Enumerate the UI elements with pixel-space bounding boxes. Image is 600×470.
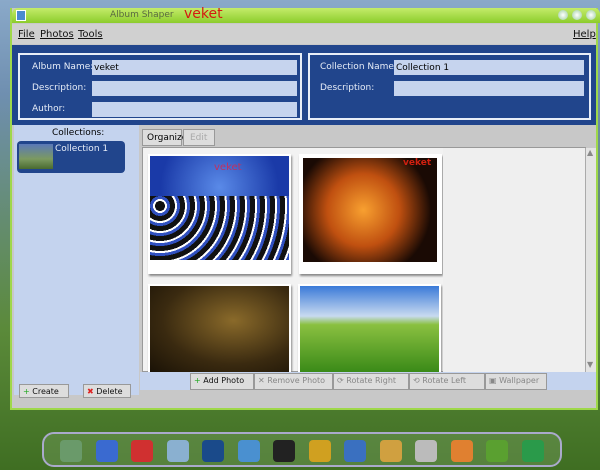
author-label: Author: bbox=[32, 104, 66, 114]
collections-sidebar: Collections: Collection 1 + Create ✖ Del… bbox=[14, 125, 139, 398]
photo-brass-objects[interactable] bbox=[148, 284, 291, 372]
collections-header: Collections: bbox=[52, 128, 105, 138]
add-photo-label: Add Photo bbox=[203, 376, 245, 385]
plus-icon: + bbox=[23, 387, 30, 396]
scroll-down-icon[interactable]: ▼ bbox=[587, 360, 593, 369]
collection-name-input[interactable] bbox=[394, 60, 584, 75]
penguins-crowd bbox=[150, 196, 289, 260]
delete-icon: ✖ bbox=[87, 387, 94, 396]
tab-edit-label: Edit bbox=[190, 133, 208, 143]
remove-photo-button[interactable]: ✕ Remove Photo bbox=[254, 373, 333, 390]
photo-hills-image bbox=[300, 286, 439, 372]
menu-help[interactable]: Help bbox=[573, 29, 596, 40]
collection-item[interactable]: Collection 1 bbox=[17, 141, 125, 173]
photo-penguins[interactable]: veket bbox=[148, 154, 291, 274]
photo-watermark: veket bbox=[403, 158, 432, 168]
close-button[interactable] bbox=[586, 10, 596, 20]
presentation-icon[interactable] bbox=[344, 440, 366, 462]
notepad-icon[interactable] bbox=[166, 440, 189, 462]
create-button[interactable]: + Create bbox=[19, 384, 69, 398]
collection-description-input[interactable] bbox=[394, 81, 584, 96]
photo-brass-image bbox=[150, 286, 289, 372]
photo-watermark: veket bbox=[214, 162, 242, 173]
menu-file[interactable]: File bbox=[18, 29, 35, 40]
album-description-label: Description: bbox=[32, 83, 87, 93]
album-box: Album Name: Description: Author: bbox=[18, 53, 302, 120]
collection-name-label: Collection Name: bbox=[320, 62, 397, 72]
monitor-icon[interactable] bbox=[95, 440, 118, 462]
album-name-input[interactable] bbox=[92, 60, 297, 75]
rotate-right-icon: ⟳ bbox=[337, 376, 344, 385]
minimize-button[interactable] bbox=[558, 10, 568, 20]
wallpaper-icon: ▣ bbox=[489, 376, 497, 385]
properties-panel: Album Name: Description: Author: Collect… bbox=[12, 45, 596, 125]
empty-area bbox=[443, 148, 585, 372]
window-title: Album Shaper bbox=[110, 10, 174, 20]
paint-icon[interactable] bbox=[379, 440, 402, 462]
photo-toolbar: + Add Photo ✕ Remove Photo ⟳ Rotate Righ… bbox=[140, 372, 596, 390]
app-icon bbox=[16, 10, 26, 21]
photo-grid: veket veket ▲ ▼ bbox=[142, 147, 596, 372]
delete-button[interactable]: ✖ Delete bbox=[83, 384, 131, 398]
camera-icon[interactable] bbox=[521, 440, 544, 462]
image-viewer-icon[interactable] bbox=[450, 440, 473, 462]
mascot-icon[interactable] bbox=[131, 440, 153, 462]
wallpaper-label: Wallpaper bbox=[499, 376, 540, 385]
add-photo-button[interactable]: + Add Photo bbox=[190, 373, 254, 390]
album-title: veket bbox=[184, 6, 223, 22]
rotate-left-button[interactable]: ⟲ Rotate Left bbox=[409, 373, 485, 390]
photo-green-hills[interactable] bbox=[298, 284, 441, 372]
rotate-right-button[interactable]: ⟳ Rotate Right bbox=[333, 373, 409, 390]
remove-photo-label: Remove Photo bbox=[267, 376, 326, 385]
menu-tools[interactable]: Tools bbox=[78, 29, 103, 40]
vertical-scrollbar[interactable]: ▲ ▼ bbox=[585, 148, 596, 372]
menu-bar: File Photos Tools Help bbox=[12, 24, 596, 44]
scroll-up-icon[interactable]: ▲ bbox=[587, 148, 593, 157]
usb-icon[interactable] bbox=[415, 440, 437, 462]
penguin-icon[interactable] bbox=[273, 440, 295, 462]
wallpaper-button[interactable]: ▣ Wallpaper bbox=[485, 373, 547, 390]
plus-icon: + bbox=[194, 376, 201, 385]
x-icon: ✕ bbox=[258, 376, 265, 385]
media-icon[interactable] bbox=[202, 440, 224, 462]
tab-organize-label: Organize bbox=[147, 133, 188, 143]
tab-edit[interactable]: Edit bbox=[183, 129, 215, 146]
contacts-icon[interactable] bbox=[308, 440, 331, 462]
album-name-label: Album Name: bbox=[32, 62, 94, 72]
album-description-input[interactable] bbox=[92, 81, 297, 96]
title-bar[interactable]: Album Shaper veket bbox=[12, 6, 600, 23]
photo-penguins-image: veket bbox=[150, 156, 289, 260]
author-input[interactable] bbox=[92, 102, 297, 117]
album-shaper-window: Album Shaper veket File Photos Tools Hel… bbox=[10, 6, 600, 410]
maximize-button[interactable] bbox=[572, 10, 582, 20]
collection-thumbnail bbox=[19, 144, 53, 169]
tab-organize[interactable]: Organize bbox=[142, 129, 187, 146]
collection-label: Collection 1 bbox=[55, 144, 109, 154]
delete-label: Delete bbox=[96, 387, 123, 396]
help-icon[interactable] bbox=[486, 440, 508, 462]
rotate-left-icon: ⟲ bbox=[413, 376, 420, 385]
rotate-right-label: Rotate Right bbox=[346, 376, 397, 385]
rotate-left-label: Rotate Left bbox=[422, 376, 467, 385]
dock bbox=[42, 432, 562, 467]
menu-photos[interactable]: Photos bbox=[40, 29, 74, 40]
collection-box: Collection Name: Description: bbox=[308, 53, 591, 120]
network-icon[interactable] bbox=[237, 440, 260, 462]
photo-cheetah[interactable]: veket bbox=[299, 154, 442, 274]
create-label: Create bbox=[32, 387, 59, 396]
picture-icon[interactable] bbox=[60, 440, 82, 462]
photo-cheetah-image: veket bbox=[303, 158, 437, 262]
collection-description-label: Description: bbox=[320, 83, 375, 93]
